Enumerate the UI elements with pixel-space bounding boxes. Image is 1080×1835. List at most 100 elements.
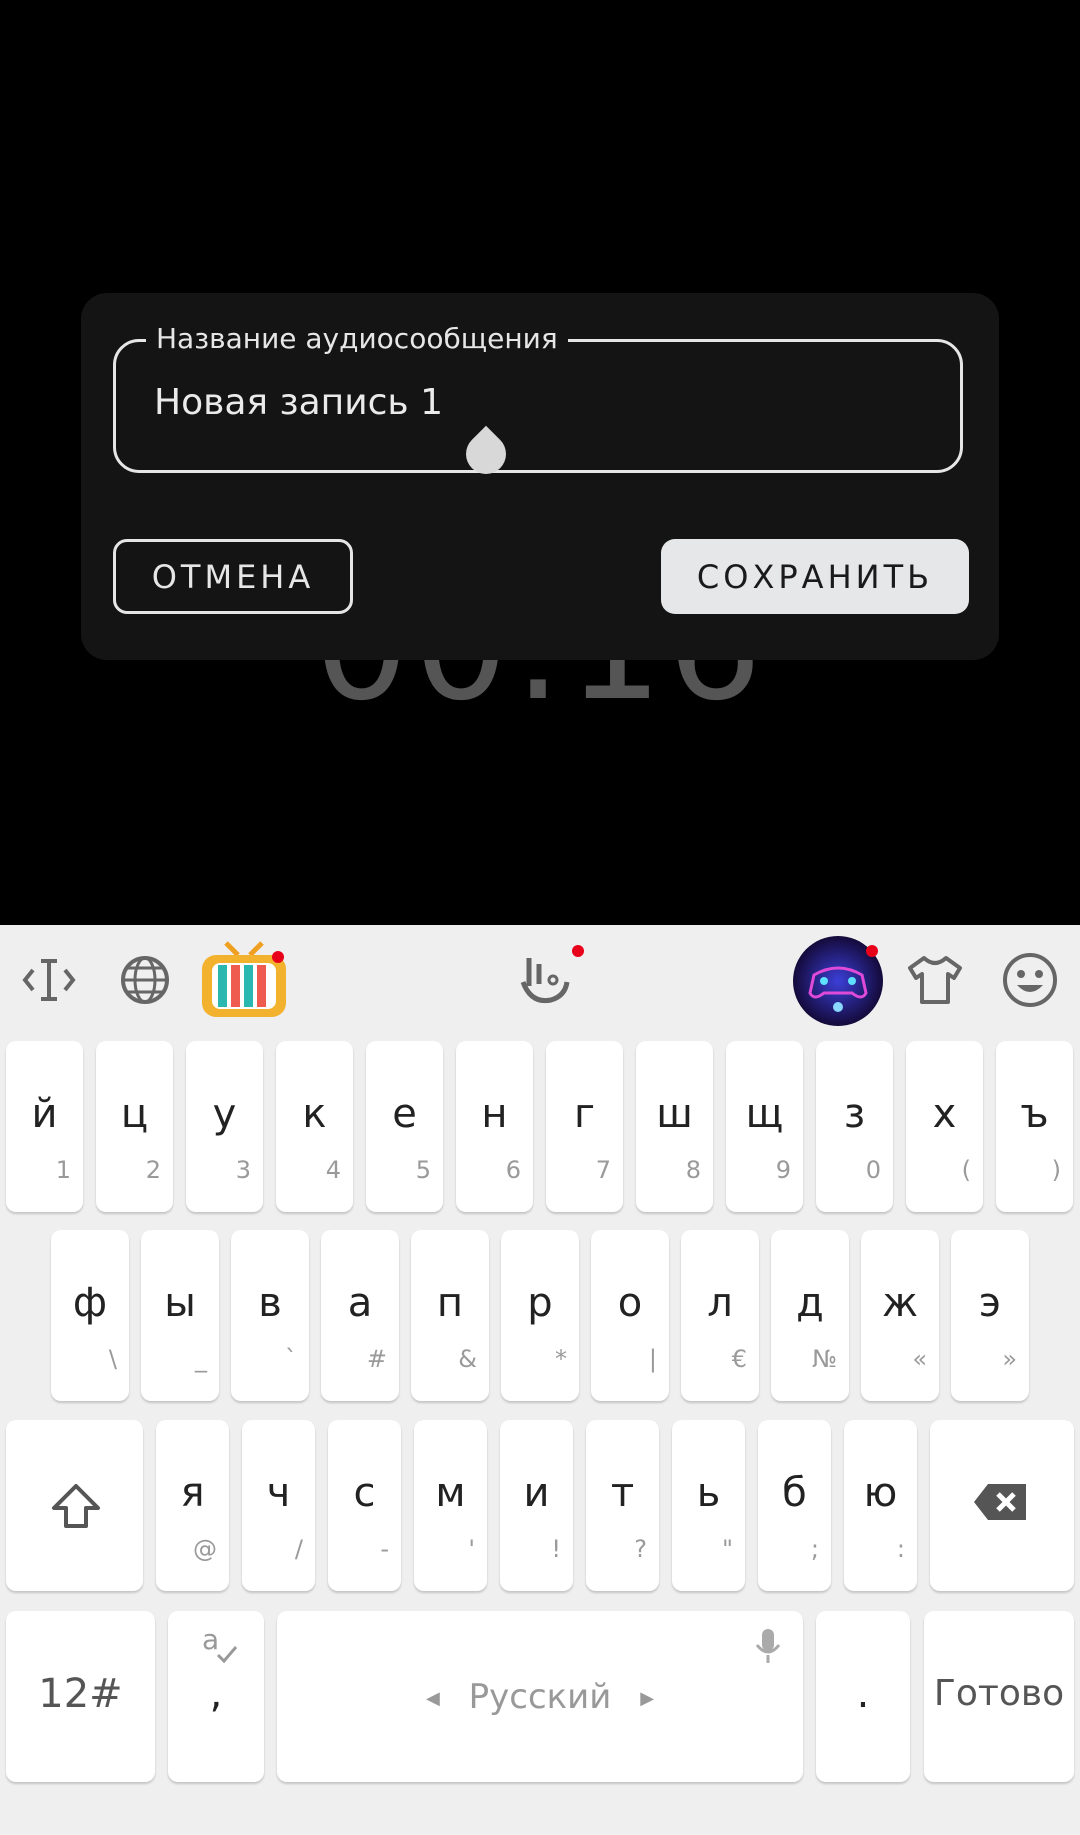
notification-dot (272, 951, 284, 963)
svg-text:a: a (202, 1625, 219, 1656)
key-secondary-char: ? (634, 1535, 647, 1563)
key-main-char: н (481, 1091, 508, 1137)
audio-name-input[interactable]: Новая запись 1 (154, 382, 443, 423)
microphone-icon (755, 1629, 781, 1663)
keyboard: й 1 ц 2 у 3 к 4 е 5 н 6 г 7 ш 8 щ 9 з 0 х(ъ) ф \ ы _ в ` а # п & р * о | л… (0, 925, 1080, 1835)
key-main-char: д (796, 1280, 824, 1326)
key-ы[interactable]: ы _ (141, 1230, 219, 1401)
language-right-arrow-icon: ▶ (640, 1688, 655, 1709)
key-ж[interactable]: ж « (861, 1230, 939, 1401)
key-main-char: с (353, 1470, 376, 1516)
key-о[interactable]: о | (591, 1230, 669, 1401)
comma-key[interactable]: a , (168, 1611, 264, 1782)
key-г[interactable]: г7 (546, 1041, 623, 1212)
key-main-char: щ (745, 1091, 784, 1137)
numbers-symbols-label: 12# (38, 1671, 123, 1717)
key-main-char: а (347, 1280, 373, 1326)
key-я[interactable]: я @ (156, 1420, 229, 1591)
key-н[interactable]: н6 (456, 1041, 533, 1212)
globe-icon[interactable] (110, 945, 180, 1015)
key-secondary-char: 6 (505, 1156, 521, 1184)
key-ь[interactable]: ь " (672, 1420, 745, 1591)
space-key[interactable]: ◀ Русский ▶ (277, 1611, 803, 1782)
key-э[interactable]: э» (951, 1230, 1029, 1401)
key-х[interactable]: х( (906, 1041, 983, 1212)
key-т[interactable]: т? (586, 1420, 659, 1591)
key-secondary-char: 2 (145, 1156, 161, 1184)
key-main-char: и (523, 1470, 550, 1516)
key-main-char: м (435, 1470, 466, 1516)
language-left-arrow-icon: ◀ (425, 1688, 440, 1709)
backspace-key[interactable] (930, 1420, 1074, 1591)
key-secondary-char: ) (1051, 1156, 1061, 1184)
shirt-icon[interactable] (900, 945, 970, 1015)
key-secondary-char: : (896, 1535, 905, 1563)
backspace-icon (974, 1484, 1026, 1520)
key-щ[interactable]: щ9 (726, 1041, 803, 1212)
key-а[interactable]: а # (321, 1230, 399, 1401)
key-secondary-char: ' (468, 1535, 475, 1563)
rename-dialog: Название аудиосообщения Новая запись 1 О… (81, 293, 999, 660)
key-secondary-char: 8 (685, 1156, 701, 1184)
key-main-char: п (436, 1280, 464, 1326)
key-ф[interactable]: ф \ (51, 1230, 129, 1401)
key-secondary-char: - (380, 1535, 389, 1563)
done-key[interactable]: Готово (924, 1611, 1074, 1782)
emoji-icon[interactable] (995, 945, 1065, 1015)
key-main-char: ц (120, 1091, 149, 1137)
key-main-char: ь (696, 1470, 721, 1516)
key-б[interactable]: б; (758, 1420, 831, 1591)
key-й[interactable]: й1 (6, 1041, 83, 1212)
key-secondary-char: / (294, 1535, 303, 1563)
key-secondary-char: \ (108, 1345, 117, 1373)
key-secondary-char: 9 (775, 1156, 791, 1184)
key-ъ[interactable]: ъ) (996, 1041, 1073, 1212)
gesture-icon[interactable] (510, 945, 584, 1015)
cancel-button[interactable]: ОТМЕНА (113, 539, 353, 614)
key-secondary-char: 1 (55, 1156, 71, 1184)
autocorrect-icon: a (202, 1625, 238, 1664)
save-button[interactable]: СОХРАНИТЬ (661, 539, 969, 614)
key-main-char: я (180, 1470, 205, 1516)
key-ю[interactable]: ю: (844, 1420, 917, 1591)
key-с[interactable]: с- (328, 1420, 401, 1591)
numbers-symbols-key[interactable]: 12# (6, 1611, 155, 1782)
key-м[interactable]: м ' (414, 1420, 487, 1591)
key-д[interactable]: д № (771, 1230, 849, 1401)
key-л[interactable]: л € (681, 1230, 759, 1401)
key-secondary-char: ! (551, 1535, 561, 1563)
key-secondary-char: " (721, 1535, 733, 1563)
audio-name-field[interactable]: Название аудиосообщения Новая запись 1 (113, 322, 963, 483)
cursor-move-icon[interactable] (14, 945, 84, 1015)
key-р[interactable]: р * (501, 1230, 579, 1401)
key-secondary-char: | (648, 1345, 657, 1373)
key-main-char: о (617, 1280, 643, 1326)
period-key[interactable]: . (816, 1611, 910, 1782)
game-icon[interactable] (792, 935, 884, 1027)
key-secondary-char: 0 (865, 1156, 881, 1184)
key-secondary-char: ; (810, 1535, 819, 1563)
key-secondary-char: # (366, 1345, 387, 1373)
key-ч[interactable]: ч / (242, 1420, 315, 1591)
key-secondary-char: ` (285, 1345, 297, 1373)
key-п[interactable]: п & (411, 1230, 489, 1401)
key-main-char: й (31, 1091, 58, 1137)
key-у[interactable]: у3 (186, 1041, 263, 1212)
key-main-char: т (610, 1470, 635, 1516)
key-main-char: ж (881, 1280, 919, 1326)
text-cursor-handle[interactable] (457, 425, 515, 483)
key-secondary-char: 4 (325, 1156, 341, 1184)
shift-key[interactable] (6, 1420, 143, 1591)
key-ш[interactable]: ш8 (636, 1041, 713, 1212)
key-е[interactable]: е5 (366, 1041, 443, 1212)
key-к[interactable]: к4 (276, 1041, 353, 1212)
key-ц[interactable]: ц2 (96, 1041, 173, 1212)
tv-theme-icon[interactable] (198, 939, 290, 1027)
key-main-char: е (392, 1091, 417, 1137)
key-main-char: ы (164, 1280, 196, 1326)
key-и[interactable]: и! (500, 1420, 573, 1591)
key-з[interactable]: з0 (816, 1041, 893, 1212)
period-label: . (856, 1671, 870, 1717)
key-в[interactable]: в ` (231, 1230, 309, 1401)
key-secondary-char: 3 (235, 1156, 251, 1184)
